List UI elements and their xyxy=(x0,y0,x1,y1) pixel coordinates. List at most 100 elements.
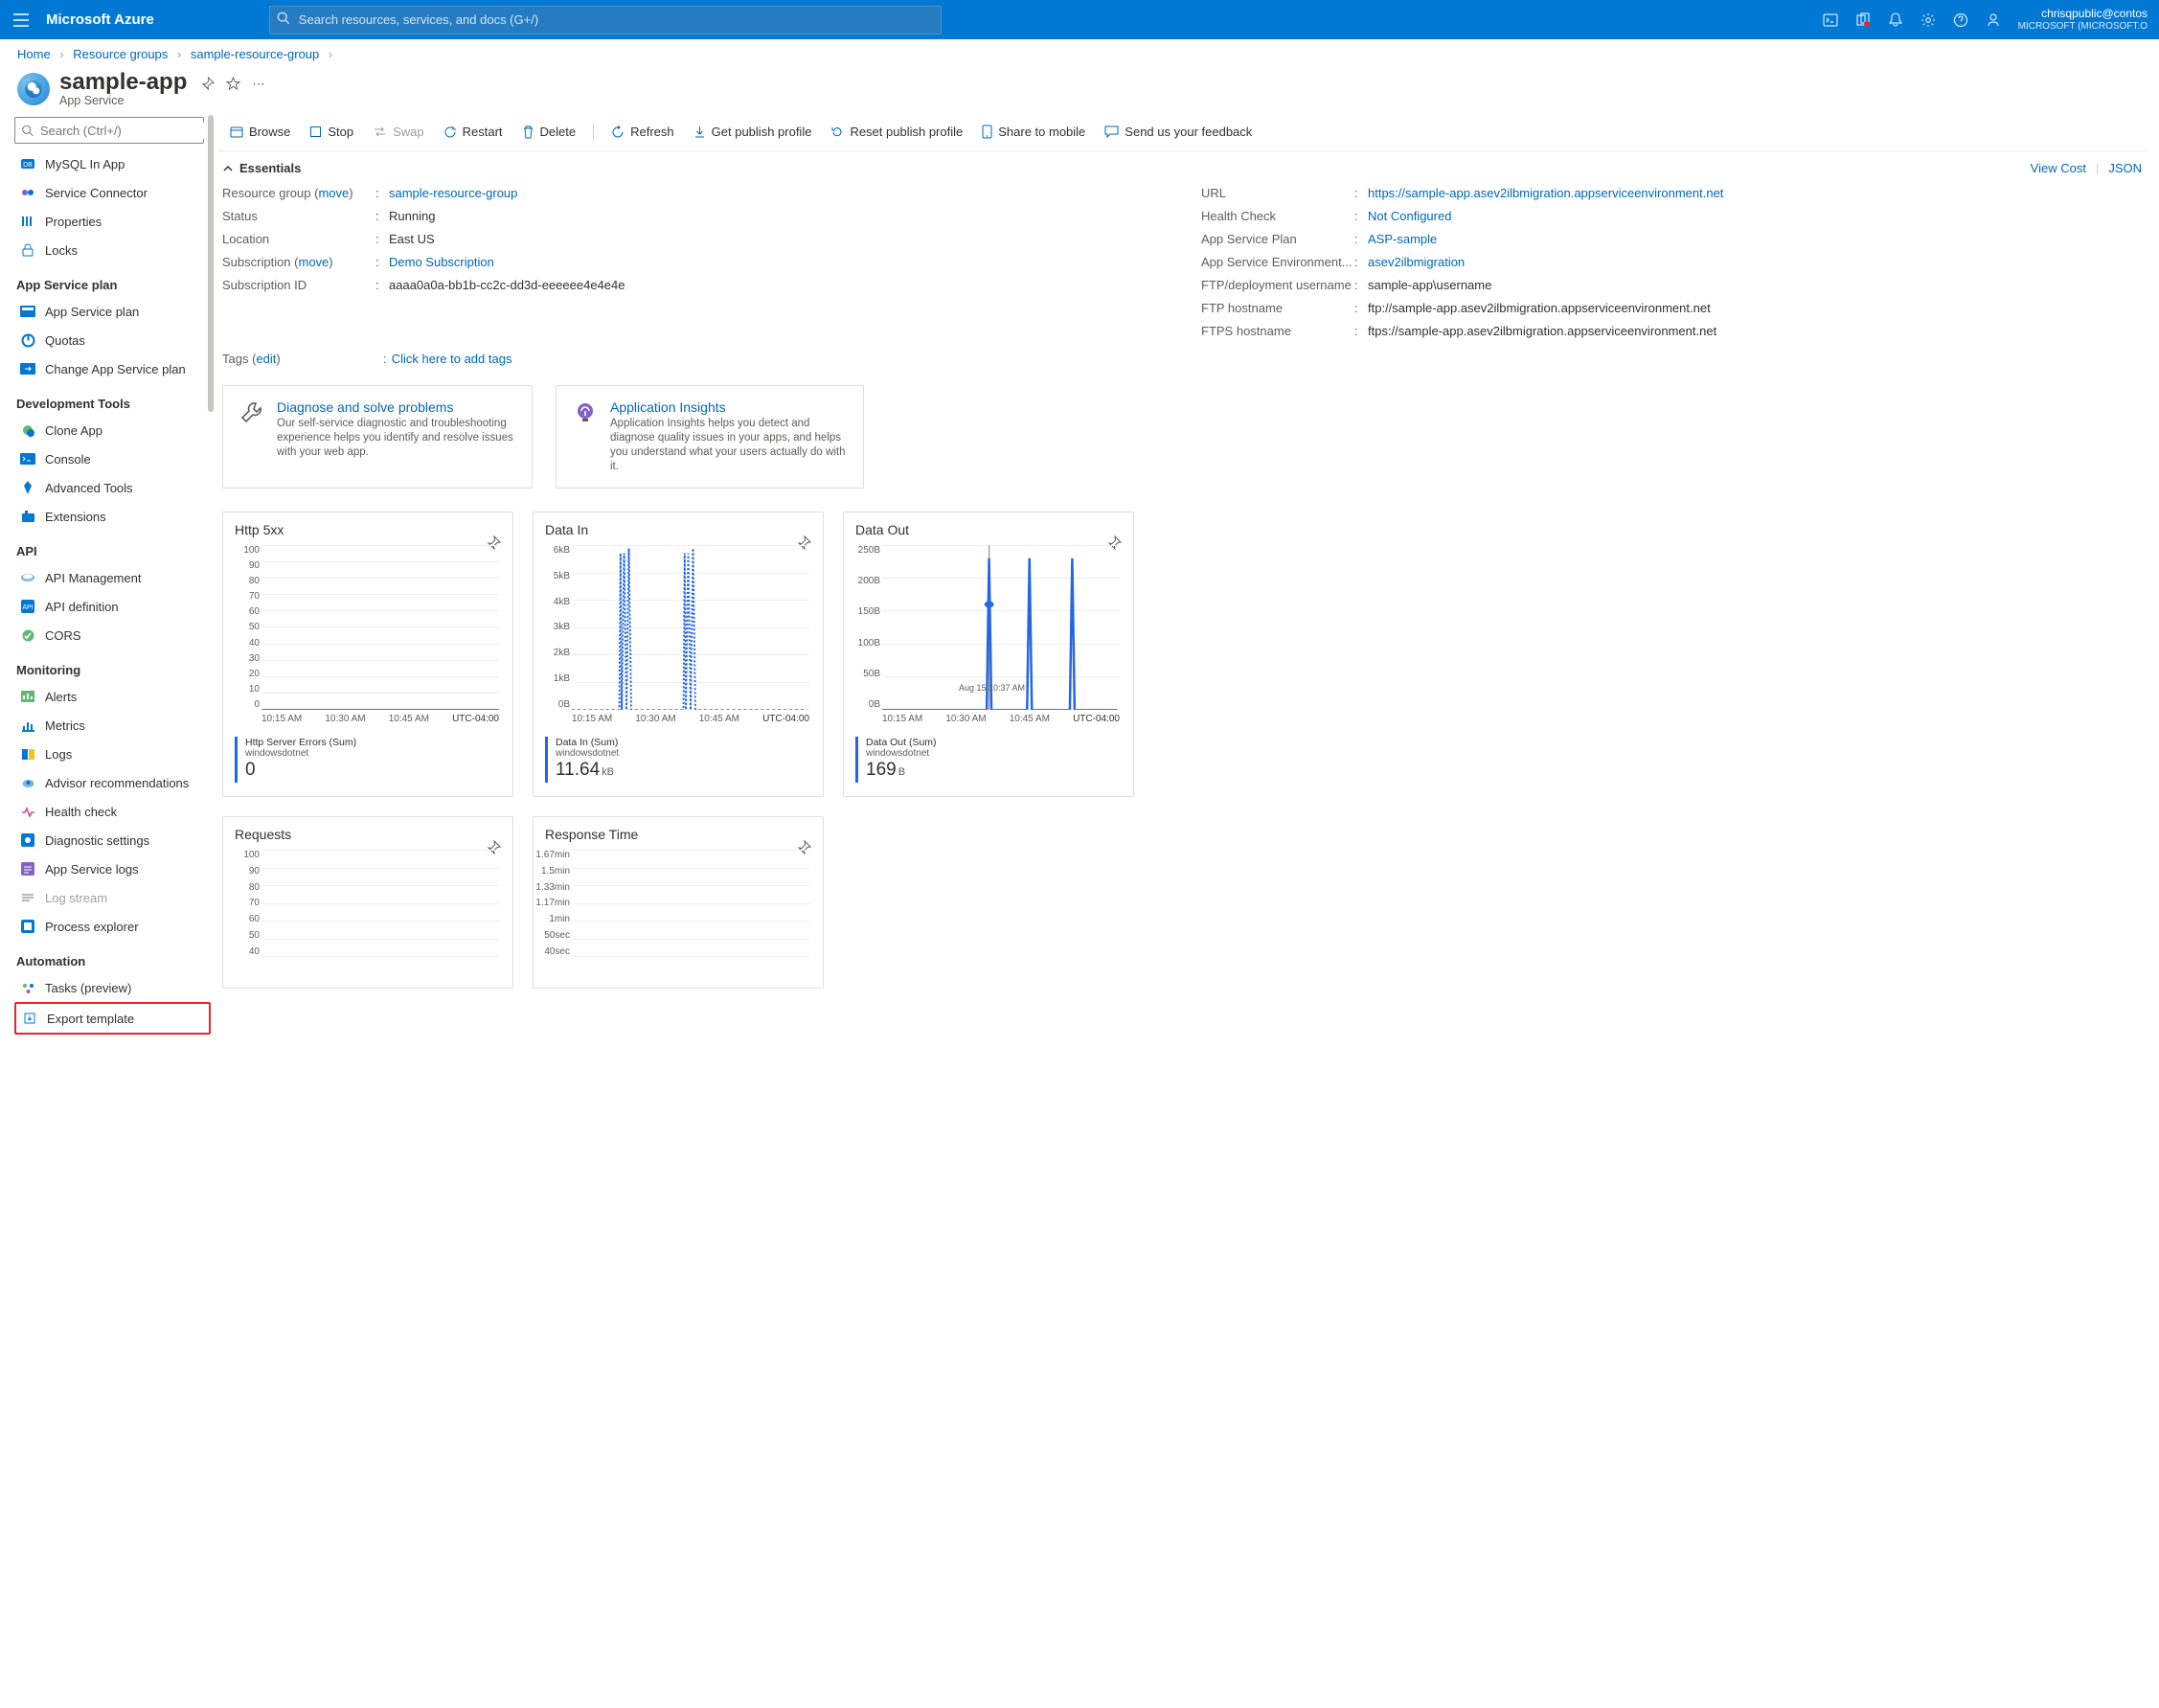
reset-publish-profile-button[interactable]: Reset publish profile xyxy=(823,121,970,143)
sidebar-item-app-service-plan[interactable]: App Service plan xyxy=(14,297,211,326)
essentials-value: aaaa0a0a-bb1b-cc2c-dd3d-eeeeee4e4e4e xyxy=(389,278,625,292)
stop-icon xyxy=(309,125,322,138)
sidebar-item-tasks-preview-[interactable]: Tasks (preview) xyxy=(14,973,211,1002)
sidebar-item-process-explorer[interactable]: Process explorer xyxy=(14,912,211,941)
sidebar-item-log-stream[interactable]: Log stream xyxy=(14,883,211,912)
sidebar-item-label: Extensions xyxy=(45,510,106,524)
metric-tile[interactable]: Http 5xx100908070605040302010010:15 AM10… xyxy=(222,512,513,797)
tool-label: Restart xyxy=(463,125,503,139)
tile-title: Response Time xyxy=(545,827,811,842)
connector-icon xyxy=(18,185,37,200)
more-icon[interactable]: ⋯ xyxy=(252,77,266,92)
move-link[interactable]: move xyxy=(318,186,349,200)
delete-button[interactable]: Delete xyxy=(514,121,584,143)
chart-area: 6kB5kB4kB3kB2kB1kB0B10:15 AM10:30 AM10:4… xyxy=(572,545,809,727)
sidebar-item-health-check[interactable]: Health check xyxy=(14,797,211,826)
feedback-top-icon[interactable] xyxy=(1978,0,2009,39)
sidebar-item-api-management[interactable]: API Management xyxy=(14,563,211,592)
sidebar-item-service-connector[interactable]: Service Connector xyxy=(14,178,211,207)
send-us-your-feedback-button[interactable]: Send us your feedback xyxy=(1097,121,1260,143)
sidebar-item-export-template[interactable]: Export template xyxy=(14,1002,211,1035)
essentials-value-link[interactable]: Demo Subscription xyxy=(389,255,494,269)
essentials-value-link[interactable]: sample-resource-group xyxy=(389,186,517,200)
sidebar-item-change-app-service-plan[interactable]: Change App Service plan xyxy=(14,354,211,383)
crumb-home[interactable]: Home xyxy=(17,47,51,61)
quota-icon xyxy=(18,333,37,348)
info-card-title[interactable]: Diagnose and solve problems xyxy=(277,399,516,415)
essentials-row: FTP/deployment username:sample-app\usern… xyxy=(1201,273,2142,296)
chevron-up-icon[interactable] xyxy=(222,163,234,174)
refresh-button[interactable]: Refresh xyxy=(603,121,682,143)
add-tags-link[interactable]: Click here to add tags xyxy=(392,352,512,366)
brand-label[interactable]: Microsoft Azure xyxy=(46,11,154,28)
info-card-desc: Our self-service diagnostic and troubles… xyxy=(277,417,516,460)
tags-edit-link[interactable]: edit xyxy=(256,352,276,366)
cloud-shell-icon[interactable] xyxy=(1815,0,1846,39)
info-card[interactable]: Application InsightsApplication Insights… xyxy=(556,385,864,489)
page-title: sample-app xyxy=(59,69,187,96)
sidebar-item-extensions[interactable]: Extensions xyxy=(14,502,211,531)
essentials-value-link[interactable]: asev2ilbmigration xyxy=(1368,255,1465,269)
sidebar-item-label: API Management xyxy=(45,571,141,585)
info-card-title[interactable]: Application Insights xyxy=(610,399,848,415)
sidebar-item-properties[interactable]: Properties xyxy=(14,207,211,236)
sidebar-item-advisor-recommendations[interactable]: Advisor recommendations xyxy=(14,768,211,797)
metric-tile[interactable]: Data In6kB5kB4kB3kB2kB1kB0B10:15 AM10:30… xyxy=(533,512,824,797)
sidebar-group-header: Development Tools xyxy=(16,397,211,411)
plan-icon xyxy=(18,306,37,317)
sidebar-item-quotas[interactable]: Quotas xyxy=(14,326,211,354)
json-view-link[interactable]: JSON xyxy=(2108,161,2142,175)
essentials-value-link[interactable]: https://sample-app.asev2ilbmigration.app… xyxy=(1368,186,1723,200)
sidebar-group-header: Automation xyxy=(16,954,211,968)
sidebar-item-diagnostic-settings[interactable]: Diagnostic settings xyxy=(14,826,211,854)
settings-icon[interactable] xyxy=(1913,0,1943,39)
info-card[interactable]: Diagnose and solve problems Our self-serv… xyxy=(222,385,533,489)
search-icon xyxy=(21,125,34,137)
restart-icon xyxy=(443,125,457,139)
move-link[interactable]: move xyxy=(298,255,329,269)
metric-tile[interactable]: Response Time1.67min1.5min1.33min1.17min… xyxy=(533,816,824,989)
essentials-title[interactable]: Essentials xyxy=(239,161,301,175)
crumb-rg[interactable]: Resource groups xyxy=(73,47,168,61)
menu-search[interactable] xyxy=(14,117,204,144)
essentials-value-link[interactable]: ASP-sample xyxy=(1368,232,1437,246)
sidebar-item-metrics[interactable]: Metrics xyxy=(14,711,211,740)
logstream-icon xyxy=(18,892,37,903)
sidebar-item-locks[interactable]: Locks xyxy=(14,236,211,264)
sidebar-item-advanced-tools[interactable]: Advanced Tools xyxy=(14,473,211,502)
directories-icon[interactable] xyxy=(1848,0,1878,39)
tool-label: Get publish profile xyxy=(712,125,812,139)
stop-button[interactable]: Stop xyxy=(302,121,361,143)
notifications-icon[interactable] xyxy=(1880,0,1911,39)
help-icon[interactable] xyxy=(1945,0,1976,39)
sidebar-item-clone-app[interactable]: Clone App xyxy=(14,416,211,444)
scrollbar[interactable] xyxy=(208,115,214,412)
menu-search-input[interactable] xyxy=(38,123,211,139)
pin-icon[interactable] xyxy=(200,77,215,92)
sidebar-item-label: Process explorer xyxy=(45,920,139,934)
sidebar-item-app-service-logs[interactable]: App Service logs xyxy=(14,854,211,883)
metric-source: windowsdotnet xyxy=(866,748,937,760)
feedback-icon xyxy=(1104,125,1119,138)
sidebar-item-mysql-in-app[interactable]: DBMySQL In App xyxy=(14,149,211,178)
share-to-mobile-button[interactable]: Share to mobile xyxy=(974,121,1093,143)
sidebar-item-logs[interactable]: Logs xyxy=(14,740,211,768)
sidebar-item-label: Metrics xyxy=(45,718,85,733)
hamburger-icon[interactable] xyxy=(8,13,34,27)
view-cost-link[interactable]: View Cost xyxy=(2031,161,2086,175)
global-search-input[interactable] xyxy=(269,6,942,34)
restart-button[interactable]: Restart xyxy=(436,121,511,143)
sidebar-item-alerts[interactable]: Alerts xyxy=(14,682,211,711)
favorite-icon[interactable] xyxy=(226,77,240,92)
metric-tile[interactable]: Requests100908070605040 xyxy=(222,816,513,989)
get-publish-profile-button[interactable]: Get publish profile xyxy=(686,121,820,143)
user-account[interactable]: chrisqpublic@contos MICROSOFT (MICROSOFT… xyxy=(2009,7,2151,34)
metric-tile[interactable]: Data Out250B200B150B100B50B0BAug 15 10:3… xyxy=(843,512,1134,797)
crumb-resource[interactable]: sample-resource-group xyxy=(191,47,319,61)
sidebar-item-cors[interactable]: CORS xyxy=(14,621,211,649)
essentials-value-link[interactable]: Not Configured xyxy=(1368,209,1451,223)
browse-button[interactable]: Browse xyxy=(222,121,298,143)
sidebar-item-console[interactable]: Console xyxy=(14,444,211,473)
chevron-right-icon: › xyxy=(177,47,181,61)
sidebar-item-api-definition[interactable]: APIAPI definition xyxy=(14,592,211,621)
